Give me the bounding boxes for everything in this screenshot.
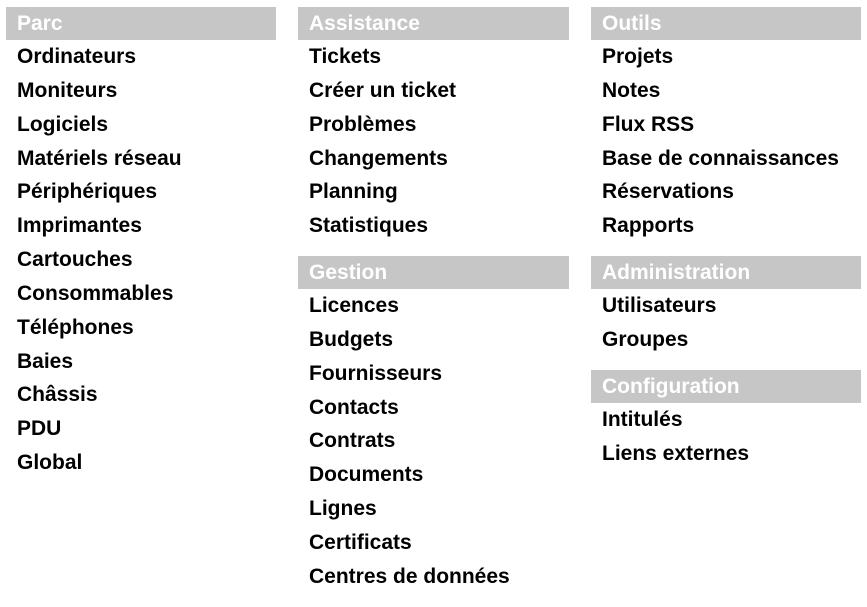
menu-item-changements[interactable]: Changements xyxy=(298,142,569,176)
menu-list-row: Créer un ticket xyxy=(298,74,569,108)
menu-list-row: Statistiques xyxy=(298,209,569,243)
menu-list-row: Intitulés xyxy=(591,403,861,437)
menu-section-gestion: Gestion Licences Budgets Fournisseurs Contac… xyxy=(298,256,569,594)
menu-item-statistiques[interactable]: Statistiques xyxy=(298,209,569,243)
menu-item-liens-externes[interactable]: Liens externes xyxy=(591,437,861,471)
menu-list-row: Budgets xyxy=(298,323,569,357)
menu-list-row: Notes xyxy=(591,74,861,108)
menu-item-rapports[interactable]: Rapports xyxy=(591,209,861,243)
menu-item-logiciels[interactable]: Logiciels xyxy=(6,108,276,142)
menu-list-row: Contrats xyxy=(298,424,569,458)
menu-list-row: Licences xyxy=(298,289,569,323)
menu-list: Projets Notes Flux RSS Base de connaissance… xyxy=(591,40,861,243)
menu-list: Licences Budgets Fournisseurs Contacts Contr… xyxy=(298,289,569,594)
menu-list-row: PDU xyxy=(6,412,276,446)
menu-list-row: Logiciels xyxy=(6,108,276,142)
menu-item-telephones[interactable]: Téléphones xyxy=(6,311,276,345)
menu-list-row: Périphériques xyxy=(6,175,276,209)
menu-list-row: Tickets xyxy=(298,40,569,74)
section-header-outils: Outils xyxy=(591,7,861,40)
menu-list-row: Rapports xyxy=(591,209,861,243)
menu-item-cartouches[interactable]: Cartouches xyxy=(6,243,276,277)
menu-item-projets[interactable]: Projets xyxy=(591,40,861,74)
menu-item-global[interactable]: Global xyxy=(6,446,276,480)
menu-list-row: Lignes xyxy=(298,492,569,526)
section-header-configuration: Configuration xyxy=(591,369,861,403)
menu-list: Utilisateurs Groupes xyxy=(591,289,861,357)
menu-item-intitules[interactable]: Intitulés xyxy=(591,403,861,437)
menu-item-notes[interactable]: Notes xyxy=(591,74,861,108)
menu-list: Tickets Créer un ticket Problèmes Changemen… xyxy=(298,40,569,243)
menu-item-base-de-connaissances[interactable]: Base de connaissances xyxy=(591,142,861,176)
menu-list-row: Châssis xyxy=(6,378,276,412)
menu-list-row: Imprimantes xyxy=(6,209,276,243)
menu-list-row: Changements xyxy=(298,142,569,176)
menu-item-moniteurs[interactable]: Moniteurs xyxy=(6,74,276,108)
section-header-assistance: Assistance xyxy=(298,7,569,40)
menu-list-row: Global xyxy=(6,446,276,480)
menu-item-documents[interactable]: Documents xyxy=(298,458,569,492)
section-header-parc: Parc xyxy=(6,7,276,40)
menu-list-row: Réservations xyxy=(591,175,861,209)
menu-column-parc: Parc Ordinateurs Moniteurs Logiciels Matérie… xyxy=(6,7,276,493)
menu-section-administration: Administration Utilisateurs Groupes xyxy=(591,256,861,357)
menu-list-row: Cartouches xyxy=(6,243,276,277)
menu-list-row: Planning xyxy=(298,175,569,209)
menu-item-baies[interactable]: Baies xyxy=(6,345,276,379)
menu-list-row: Projets xyxy=(591,40,861,74)
menu-list: Ordinateurs Moniteurs Logiciels Matériels r… xyxy=(6,40,276,480)
menu-item-pdu[interactable]: PDU xyxy=(6,412,276,446)
menu-item-chassis[interactable]: Châssis xyxy=(6,378,276,412)
menu-item-problemes[interactable]: Problèmes xyxy=(298,108,569,142)
menu-item-ordinateurs[interactable]: Ordinateurs xyxy=(6,40,276,74)
menu-list: Intitulés Liens externes xyxy=(591,403,861,471)
menu-item-groupes[interactable]: Groupes xyxy=(591,323,861,357)
menu-item-budgets[interactable]: Budgets xyxy=(298,323,569,357)
menu-list-row: Centres de données xyxy=(298,560,569,594)
menu-item-certificats[interactable]: Certificats xyxy=(298,526,569,560)
menu-list-row: Moniteurs xyxy=(6,74,276,108)
menu-item-materiels-reseau[interactable]: Matériels réseau xyxy=(6,142,276,176)
menu-list-row: Liens externes xyxy=(591,437,861,471)
menu-item-flux-rss[interactable]: Flux RSS xyxy=(591,108,861,142)
menu-list-row: Documents xyxy=(298,458,569,492)
menu-list-row: Consommables xyxy=(6,277,276,311)
menu-list-row: Groupes xyxy=(591,323,861,357)
menu-item-utilisateurs[interactable]: Utilisateurs xyxy=(591,289,861,323)
menu-item-creer-un-ticket[interactable]: Créer un ticket xyxy=(298,74,569,108)
menu-item-contacts[interactable]: Contacts xyxy=(298,391,569,425)
menu-item-imprimantes[interactable]: Imprimantes xyxy=(6,209,276,243)
menu-section-assistance: Assistance Tickets Créer un ticket Problème… xyxy=(298,7,569,243)
menu-section-outils: Outils Projets Notes Flux RSS Base de connai… xyxy=(591,7,861,243)
menu-section-parc: Parc Ordinateurs Moniteurs Logiciels Matérie… xyxy=(6,7,276,480)
menu-item-reservations[interactable]: Réservations xyxy=(591,175,861,209)
menu-list-row: Contacts xyxy=(298,391,569,425)
menu-list-row: Flux RSS xyxy=(591,108,861,142)
menu-column-assistance: Assistance Tickets Créer un ticket Problème… xyxy=(298,7,569,607)
menu-item-centres-de-donnees[interactable]: Centres de données xyxy=(298,560,569,594)
menu-list-row: Matériels réseau xyxy=(6,142,276,176)
menu-list-row: Certificats xyxy=(298,526,569,560)
menu-list-row: Ordinateurs xyxy=(6,40,276,74)
menu-section-configuration: Configuration Intitulés Liens externes xyxy=(591,369,861,471)
menu-item-licences[interactable]: Licences xyxy=(298,289,569,323)
menu-list-row: Téléphones xyxy=(6,311,276,345)
menu-item-fournisseurs[interactable]: Fournisseurs xyxy=(298,357,569,391)
menu-item-lignes[interactable]: Lignes xyxy=(298,492,569,526)
section-header-gestion: Gestion xyxy=(298,256,569,290)
menu-item-contrats[interactable]: Contrats xyxy=(298,424,569,458)
menu-list-row: Base de connaissances xyxy=(591,142,861,176)
menu-item-peripheriques[interactable]: Périphériques xyxy=(6,175,276,209)
menu-list-row: Fournisseurs xyxy=(298,357,569,391)
section-header-administration: Administration xyxy=(591,256,861,290)
menu-item-tickets[interactable]: Tickets xyxy=(298,40,569,74)
menu-item-planning[interactable]: Planning xyxy=(298,175,569,209)
menu-list-row: Utilisateurs xyxy=(591,289,861,323)
menu-item-consommables[interactable]: Consommables xyxy=(6,277,276,311)
menu-list-row: Problèmes xyxy=(298,108,569,142)
menu-list-row: Baies xyxy=(6,345,276,379)
menu-column-outils: Outils Projets Notes Flux RSS Base de connai… xyxy=(591,7,861,483)
